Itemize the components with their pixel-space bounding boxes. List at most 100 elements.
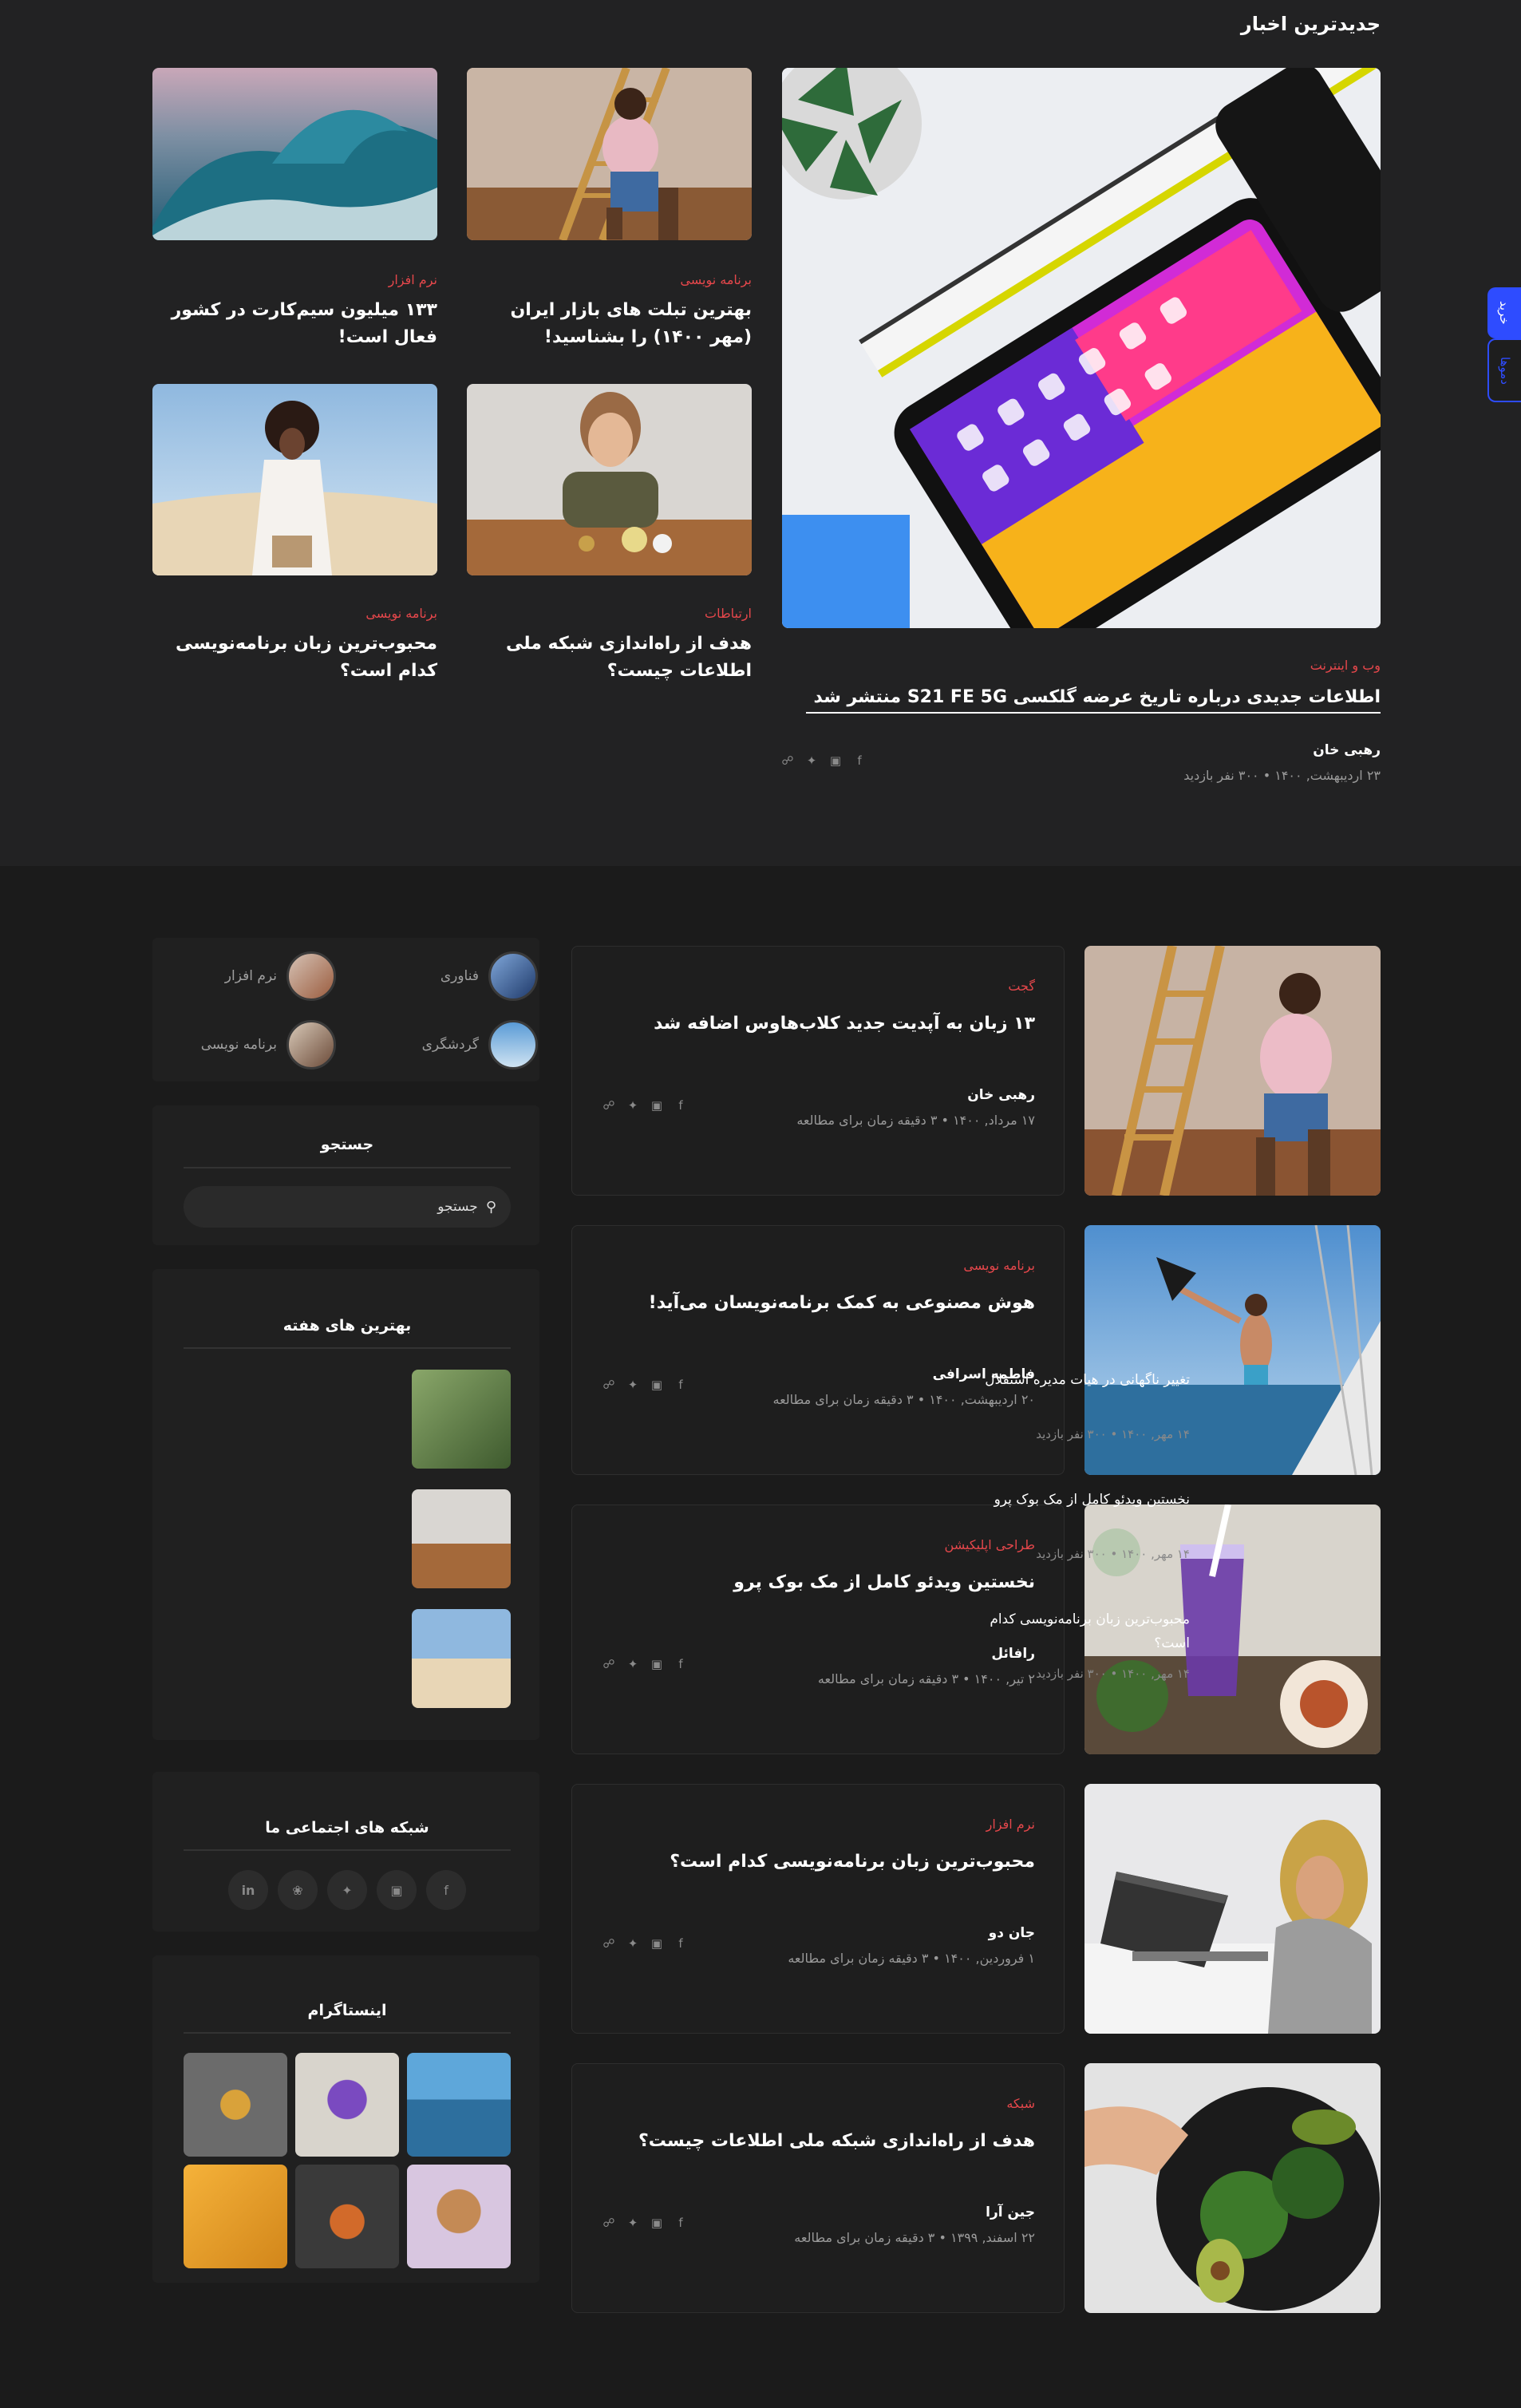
facebook-icon[interactable]: f (853, 753, 866, 768)
post-title-1[interactable]: ۱۳ زبان به آپدیت جدید کلاب‌هاوس اضافه شد (654, 1010, 1035, 1038)
twitter-icon[interactable]: ✦ (626, 2216, 639, 2230)
grid-category-2[interactable]: نرم افزار (389, 272, 437, 287)
grid-title-2[interactable]: ۱۳۳ میلیون سیم‌کارت در کشور فعال است! (150, 297, 437, 351)
grid-title-4[interactable]: محبوب‌ترین زبان برنامه‌نویسی کدام است؟ (150, 631, 437, 685)
search-input[interactable]: ⚲ جستجو (184, 1186, 511, 1228)
link-icon[interactable]: ☍ (602, 1936, 615, 1951)
facebook-icon[interactable]: f (426, 1870, 466, 1910)
twitter-icon[interactable]: ✦ (626, 1098, 639, 1113)
post-author-5[interactable]: جین آرا (986, 2204, 1035, 2220)
popular-title-2[interactable]: نخستین ویدئو کامل از مک بوک پرو (978, 1488, 1190, 1512)
post-author-1[interactable]: رهبی خان (967, 1087, 1035, 1103)
link-icon[interactable]: ☍ (602, 1098, 615, 1113)
link-icon[interactable]: ☍ (602, 1378, 615, 1392)
popular-title-1[interactable]: تغییر ناگهانی در هیات مدیره استقلال (978, 1368, 1190, 1392)
featured-image[interactable] (782, 68, 1381, 628)
link-icon[interactable]: ☍ (602, 1657, 615, 1671)
grid-image-1[interactable] (467, 68, 752, 240)
featured-title[interactable]: اطلاعات جدیدی درباره تاریخ عرضه گلکسی S2… (806, 683, 1381, 714)
grid-category-3[interactable]: ارتباطات (705, 606, 752, 621)
grid-title-1[interactable]: بهترین تبلت های بازار ایران (مهر ۱۴۰۰) ر… (464, 297, 752, 351)
instagram-icon[interactable]: ▣ (650, 1657, 663, 1671)
link-icon[interactable]: ☍ (602, 2216, 615, 2230)
instagram-photo-5[interactable] (295, 2165, 399, 2268)
popular-thumb-3[interactable] (412, 1609, 511, 1708)
category-avatar (286, 951, 336, 1001)
pinterest-icon[interactable]: ❀ (278, 1870, 318, 1910)
post-meta-2: ۲۰ اردیبهشت, ۱۴۰۰ • ۳ دقیقه زمان برای مط… (772, 1392, 1036, 1407)
instagram-photo-1[interactable] (407, 2053, 511, 2157)
post-card-5[interactable] (571, 2063, 1065, 2313)
post-category-5[interactable]: شبکه (1006, 2096, 1035, 2111)
popular-thumb-2[interactable] (412, 1489, 511, 1588)
instagram-icon[interactable]: ▣ (650, 1378, 663, 1392)
instagram-photo-6[interactable] (184, 2165, 287, 2268)
grid-category-4[interactable]: برنامه نویسی (365, 606, 437, 621)
linkedin-icon[interactable]: in (228, 1870, 268, 1910)
post-title-5[interactable]: هدف از راه‌اندازی شبکه ملی اطلاعات چیست؟ (638, 2128, 1035, 2155)
facebook-icon[interactable]: f (674, 1378, 687, 1392)
featured-meta: ۲۳ اردیبهشت, ۱۴۰۰ • ۳۰۰ نفر بازدید (1183, 768, 1381, 783)
post-author-4[interactable]: جان دو (989, 1925, 1035, 1941)
popular-meta-1: ۱۴ مهر, ۱۴۰۰ • ۳۰۰ نفر بازدید (1036, 1427, 1190, 1441)
category-label: فناوری (440, 968, 479, 984)
post-category-1[interactable]: گجت (1008, 979, 1035, 994)
post-category-4[interactable]: نرم افزار (986, 1817, 1035, 1832)
post-image-1[interactable] (1084, 946, 1381, 1196)
post-meta-1: ۱۷ مرداد, ۱۴۰۰ • ۳ دقیقه زمان برای مطالع… (796, 1113, 1035, 1128)
grid-image-2[interactable] (152, 68, 437, 240)
facebook-icon[interactable]: f (674, 1098, 687, 1113)
post-category-3[interactable]: طراحی اپلیکیشن (945, 1537, 1035, 1552)
buy-pill[interactable]: خرید (1487, 287, 1521, 338)
post-title-4[interactable]: محبوب‌ترین زبان برنامه‌نویسی کدام است؟ (670, 1849, 1035, 1876)
popular-meta-2: ۱۴ مهر, ۱۴۰۰ • ۳۰۰ نفر بازدید (1036, 1547, 1190, 1561)
featured-author[interactable]: رهبی خان (1313, 742, 1381, 758)
instagram-icon[interactable]: ▣ (377, 1870, 417, 1910)
grid-category-1[interactable]: برنامه نویسی (680, 272, 752, 287)
category-chip-software[interactable]: نرم افزار (225, 951, 336, 1001)
instagram-icon[interactable]: ▣ (650, 2216, 663, 2230)
instagram-photo-3[interactable] (184, 2053, 287, 2157)
post-image-5[interactable] (1084, 2063, 1381, 2313)
post-share-5: ☍ ✦ ▣ f (602, 2216, 687, 2230)
popular-thumb-1[interactable] (412, 1370, 511, 1469)
post-card-1[interactable] (571, 946, 1065, 1196)
grid-title-3[interactable]: هدف از راه‌اندازی شبکه ملی اطلاعات چیست؟ (464, 631, 752, 685)
category-chip-tech[interactable]: فناوری (440, 951, 538, 1001)
grid-image-3[interactable] (467, 384, 752, 575)
popular-title-3[interactable]: محبوب‌ترین زبان برنامه‌نویسی کدام است؟ (978, 1607, 1190, 1655)
category-avatar (488, 951, 538, 1001)
post-share-4: ☍ ✦ ▣ f (602, 1936, 687, 1951)
popular-title: بهترین های هفته (282, 1317, 412, 1334)
instagram-photo-4[interactable] (407, 2165, 511, 2268)
post-category-2[interactable]: برنامه نویسی (963, 1258, 1035, 1273)
twitter-icon[interactable]: ✦ (626, 1378, 639, 1392)
facebook-icon[interactable]: f (674, 1657, 687, 1671)
featured-category[interactable]: وب و اینترنت (1310, 658, 1381, 673)
social-title: شبکه های اجتماعی ما (265, 1819, 429, 1837)
link-icon[interactable]: ☍ (781, 753, 794, 768)
twitter-icon[interactable]: ✦ (626, 1657, 639, 1671)
search-divider (184, 1167, 511, 1168)
twitter-icon[interactable]: ✦ (626, 1936, 639, 1951)
grid-image-4[interactable] (152, 384, 437, 575)
instagram-icon[interactable]: ▣ (650, 1936, 663, 1951)
demos-pill[interactable]: دموها (1487, 338, 1521, 402)
category-chip-programming[interactable]: برنامه نویسی (201, 1020, 336, 1070)
post-share-1: ☍ ✦ ▣ f (602, 1098, 687, 1113)
popular-divider (184, 1347, 511, 1349)
category-avatar (488, 1020, 538, 1070)
twitter-icon[interactable]: ✦ (327, 1870, 367, 1910)
facebook-icon[interactable]: f (674, 1936, 687, 1951)
category-chip-tourism[interactable]: گردشگری (422, 1020, 538, 1070)
post-meta-4: ۱ فروردین, ۱۴۰۰ • ۳ دقیقه زمان برای مطال… (788, 1951, 1035, 1966)
facebook-icon[interactable]: f (674, 2216, 687, 2230)
post-title-2[interactable]: هوش مصنوعی به کمک برنامه‌نویسان می‌آید! (649, 1290, 1035, 1317)
instagram-divider (184, 2032, 511, 2034)
instagram-photo-2[interactable] (295, 2053, 399, 2157)
instagram-icon[interactable]: ▣ (650, 1098, 663, 1113)
post-title-3[interactable]: نخستین ویدئو کامل از مک بوک پرو (733, 1569, 1035, 1596)
twitter-icon[interactable]: ✦ (805, 753, 818, 768)
instagram-icon[interactable]: ▣ (829, 753, 842, 768)
post-image-4[interactable] (1084, 1784, 1381, 2034)
